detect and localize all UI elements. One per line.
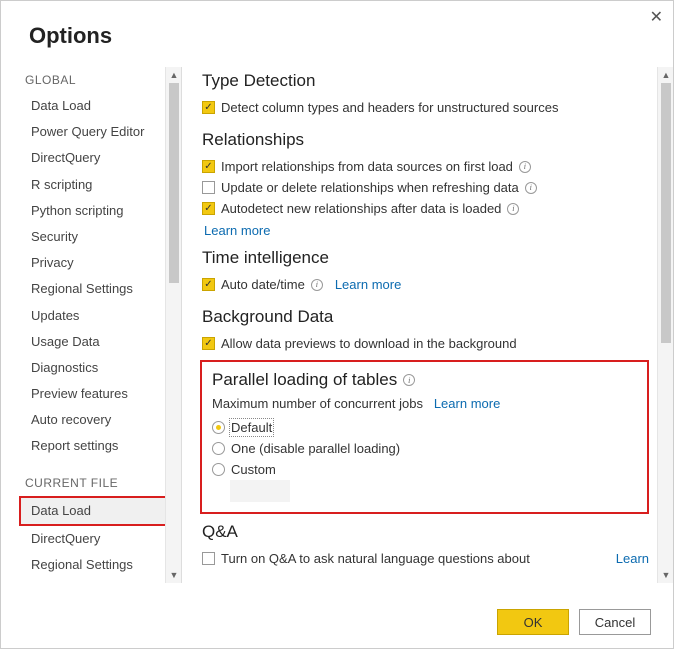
checkbox-auto-datetime[interactable] — [202, 278, 215, 291]
radio-default[interactable] — [212, 421, 225, 434]
label-radio-one: One (disable parallel loading) — [231, 441, 400, 456]
sidebar-scroll-thumb[interactable] — [169, 83, 179, 283]
label-import-rel: Import relationships from data sources o… — [221, 159, 513, 174]
content-scrollbar[interactable]: ▲ ▼ — [657, 67, 673, 583]
sidebar: GLOBAL Data Load Power Query Editor Dire… — [1, 67, 181, 583]
section-time-intel: Time intelligence — [202, 248, 649, 268]
label-bg-preview: Allow data previews to download in the b… — [221, 336, 517, 351]
highlight-parallel-loading: Parallel loading of tables i Maximum num… — [200, 360, 649, 514]
info-icon[interactable]: i — [507, 203, 519, 215]
nav-global-directquery[interactable]: DirectQuery — [23, 145, 167, 171]
nav-global-auto-recovery[interactable]: Auto recovery — [23, 407, 167, 433]
checkbox-qna[interactable] — [202, 552, 215, 565]
label-detect-types: Detect column types and headers for unst… — [221, 100, 558, 115]
dialog-footer: OK Cancel — [1, 596, 673, 648]
dialog-title: Options — [29, 23, 673, 49]
info-icon[interactable]: i — [525, 182, 537, 194]
link-relationships-learn[interactable]: Learn more — [204, 223, 649, 238]
nav-current-directquery[interactable]: DirectQuery — [23, 526, 167, 552]
checkbox-autodetect-rel[interactable] — [202, 202, 215, 215]
scroll-up-icon[interactable]: ▲ — [658, 67, 673, 83]
link-parallel-learn[interactable]: Learn more — [434, 396, 500, 411]
ok-button[interactable]: OK — [497, 609, 569, 635]
nav-global-privacy[interactable]: Privacy — [23, 250, 167, 276]
sidebar-section-global: GLOBAL — [25, 73, 165, 87]
radio-one[interactable] — [212, 442, 225, 455]
sidebar-scrollbar[interactable]: ▲ ▼ — [165, 67, 181, 583]
nav-current-data-load[interactable]: Data Load — [19, 496, 167, 526]
checkbox-update-rel[interactable] — [202, 181, 215, 194]
close-icon[interactable]: ✕ — [650, 7, 663, 27]
label-radio-custom: Custom — [231, 462, 276, 477]
info-icon[interactable]: i — [311, 279, 323, 291]
label-qna: Turn on Q&A to ask natural language ques… — [221, 551, 530, 566]
nav-global-diagnostics[interactable]: Diagnostics — [23, 355, 167, 381]
content-scroll-thumb[interactable] — [661, 83, 671, 343]
cancel-button[interactable]: Cancel — [579, 609, 651, 635]
nav-current-regional-settings[interactable]: Regional Settings — [23, 552, 167, 578]
nav-global-python-scripting[interactable]: Python scripting — [23, 198, 167, 224]
checkbox-bg-preview[interactable] — [202, 337, 215, 350]
scroll-up-icon[interactable]: ▲ — [166, 67, 181, 83]
info-icon[interactable]: i — [519, 161, 531, 173]
section-type-detection: Type Detection — [202, 71, 649, 91]
nav-global-usage-data[interactable]: Usage Data — [23, 329, 167, 355]
nav-global-preview-features[interactable]: Preview features — [23, 381, 167, 407]
nav-global-security[interactable]: Security — [23, 224, 167, 250]
section-bg-data: Background Data — [202, 307, 649, 327]
checkbox-import-rel[interactable] — [202, 160, 215, 173]
nav-global-data-load[interactable]: Data Load — [23, 93, 167, 119]
divider — [181, 67, 182, 583]
link-qna-learn[interactable]: Learn — [616, 551, 649, 566]
section-parallel-title: Parallel loading of tables — [212, 370, 397, 390]
content-panel: Type Detection Detect column types and h… — [186, 67, 673, 583]
checkbox-detect-types[interactable] — [202, 101, 215, 114]
nav-global-updates[interactable]: Updates — [23, 303, 167, 329]
label-update-rel: Update or delete relationships when refr… — [221, 180, 519, 195]
label-max-jobs: Maximum number of concurrent jobs — [212, 396, 423, 411]
scroll-down-icon[interactable]: ▼ — [658, 567, 673, 583]
label-autodetect-rel: Autodetect new relationships after data … — [221, 201, 501, 216]
section-relationships: Relationships — [202, 130, 649, 150]
label-radio-default: Default — [231, 420, 272, 435]
radio-custom[interactable] — [212, 463, 225, 476]
input-custom-jobs[interactable] — [230, 480, 290, 502]
label-auto-datetime: Auto date/time — [221, 277, 305, 292]
nav-global-power-query-editor[interactable]: Power Query Editor — [23, 119, 167, 145]
sidebar-section-current-file: CURRENT FILE — [25, 476, 165, 490]
nav-global-r-scripting[interactable]: R scripting — [23, 172, 167, 198]
section-qna: Q&A — [202, 522, 649, 542]
scroll-down-icon[interactable]: ▼ — [166, 567, 181, 583]
section-parallel: Parallel loading of tables i — [212, 370, 637, 390]
info-icon[interactable]: i — [403, 374, 415, 386]
nav-current-privacy[interactable]: Privacy — [23, 578, 167, 583]
nav-global-report-settings[interactable]: Report settings — [23, 433, 167, 459]
nav-global-regional-settings[interactable]: Regional Settings — [23, 276, 167, 302]
link-time-learn[interactable]: Learn more — [335, 277, 401, 292]
